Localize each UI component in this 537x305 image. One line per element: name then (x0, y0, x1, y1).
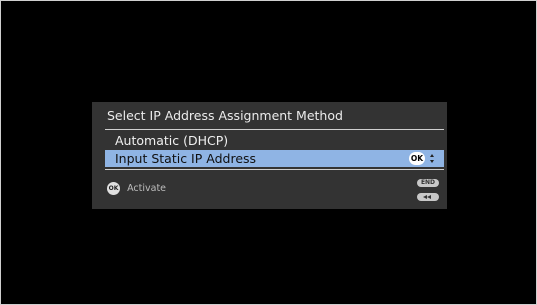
menu-item-input-static-ip[interactable]: Input Static IP Address OK (105, 150, 444, 167)
back-button-icon[interactable] (417, 193, 439, 201)
up-down-arrows-icon (429, 151, 436, 166)
menu-item-label: Automatic (DHCP) (115, 133, 229, 148)
ok-icon: OK (107, 182, 120, 195)
activate-hint: OK Activate (107, 178, 167, 195)
tv-screen: Select IP Address Assignment Method Auto… (0, 0, 537, 305)
title-divider (105, 129, 444, 130)
ok-button-icon: OK (409, 152, 425, 165)
dialog-title: Select IP Address Assignment Method (107, 108, 343, 123)
menu-item-automatic-dhcp[interactable]: Automatic (DHCP) (105, 132, 444, 149)
footer-divider (105, 169, 444, 170)
menu-item-label: Input Static IP Address (115, 151, 257, 166)
end-button-icon[interactable]: END (417, 179, 439, 187)
ip-assignment-dialog: Select IP Address Assignment Method Auto… (92, 102, 447, 209)
activate-label: Activate (127, 183, 167, 194)
